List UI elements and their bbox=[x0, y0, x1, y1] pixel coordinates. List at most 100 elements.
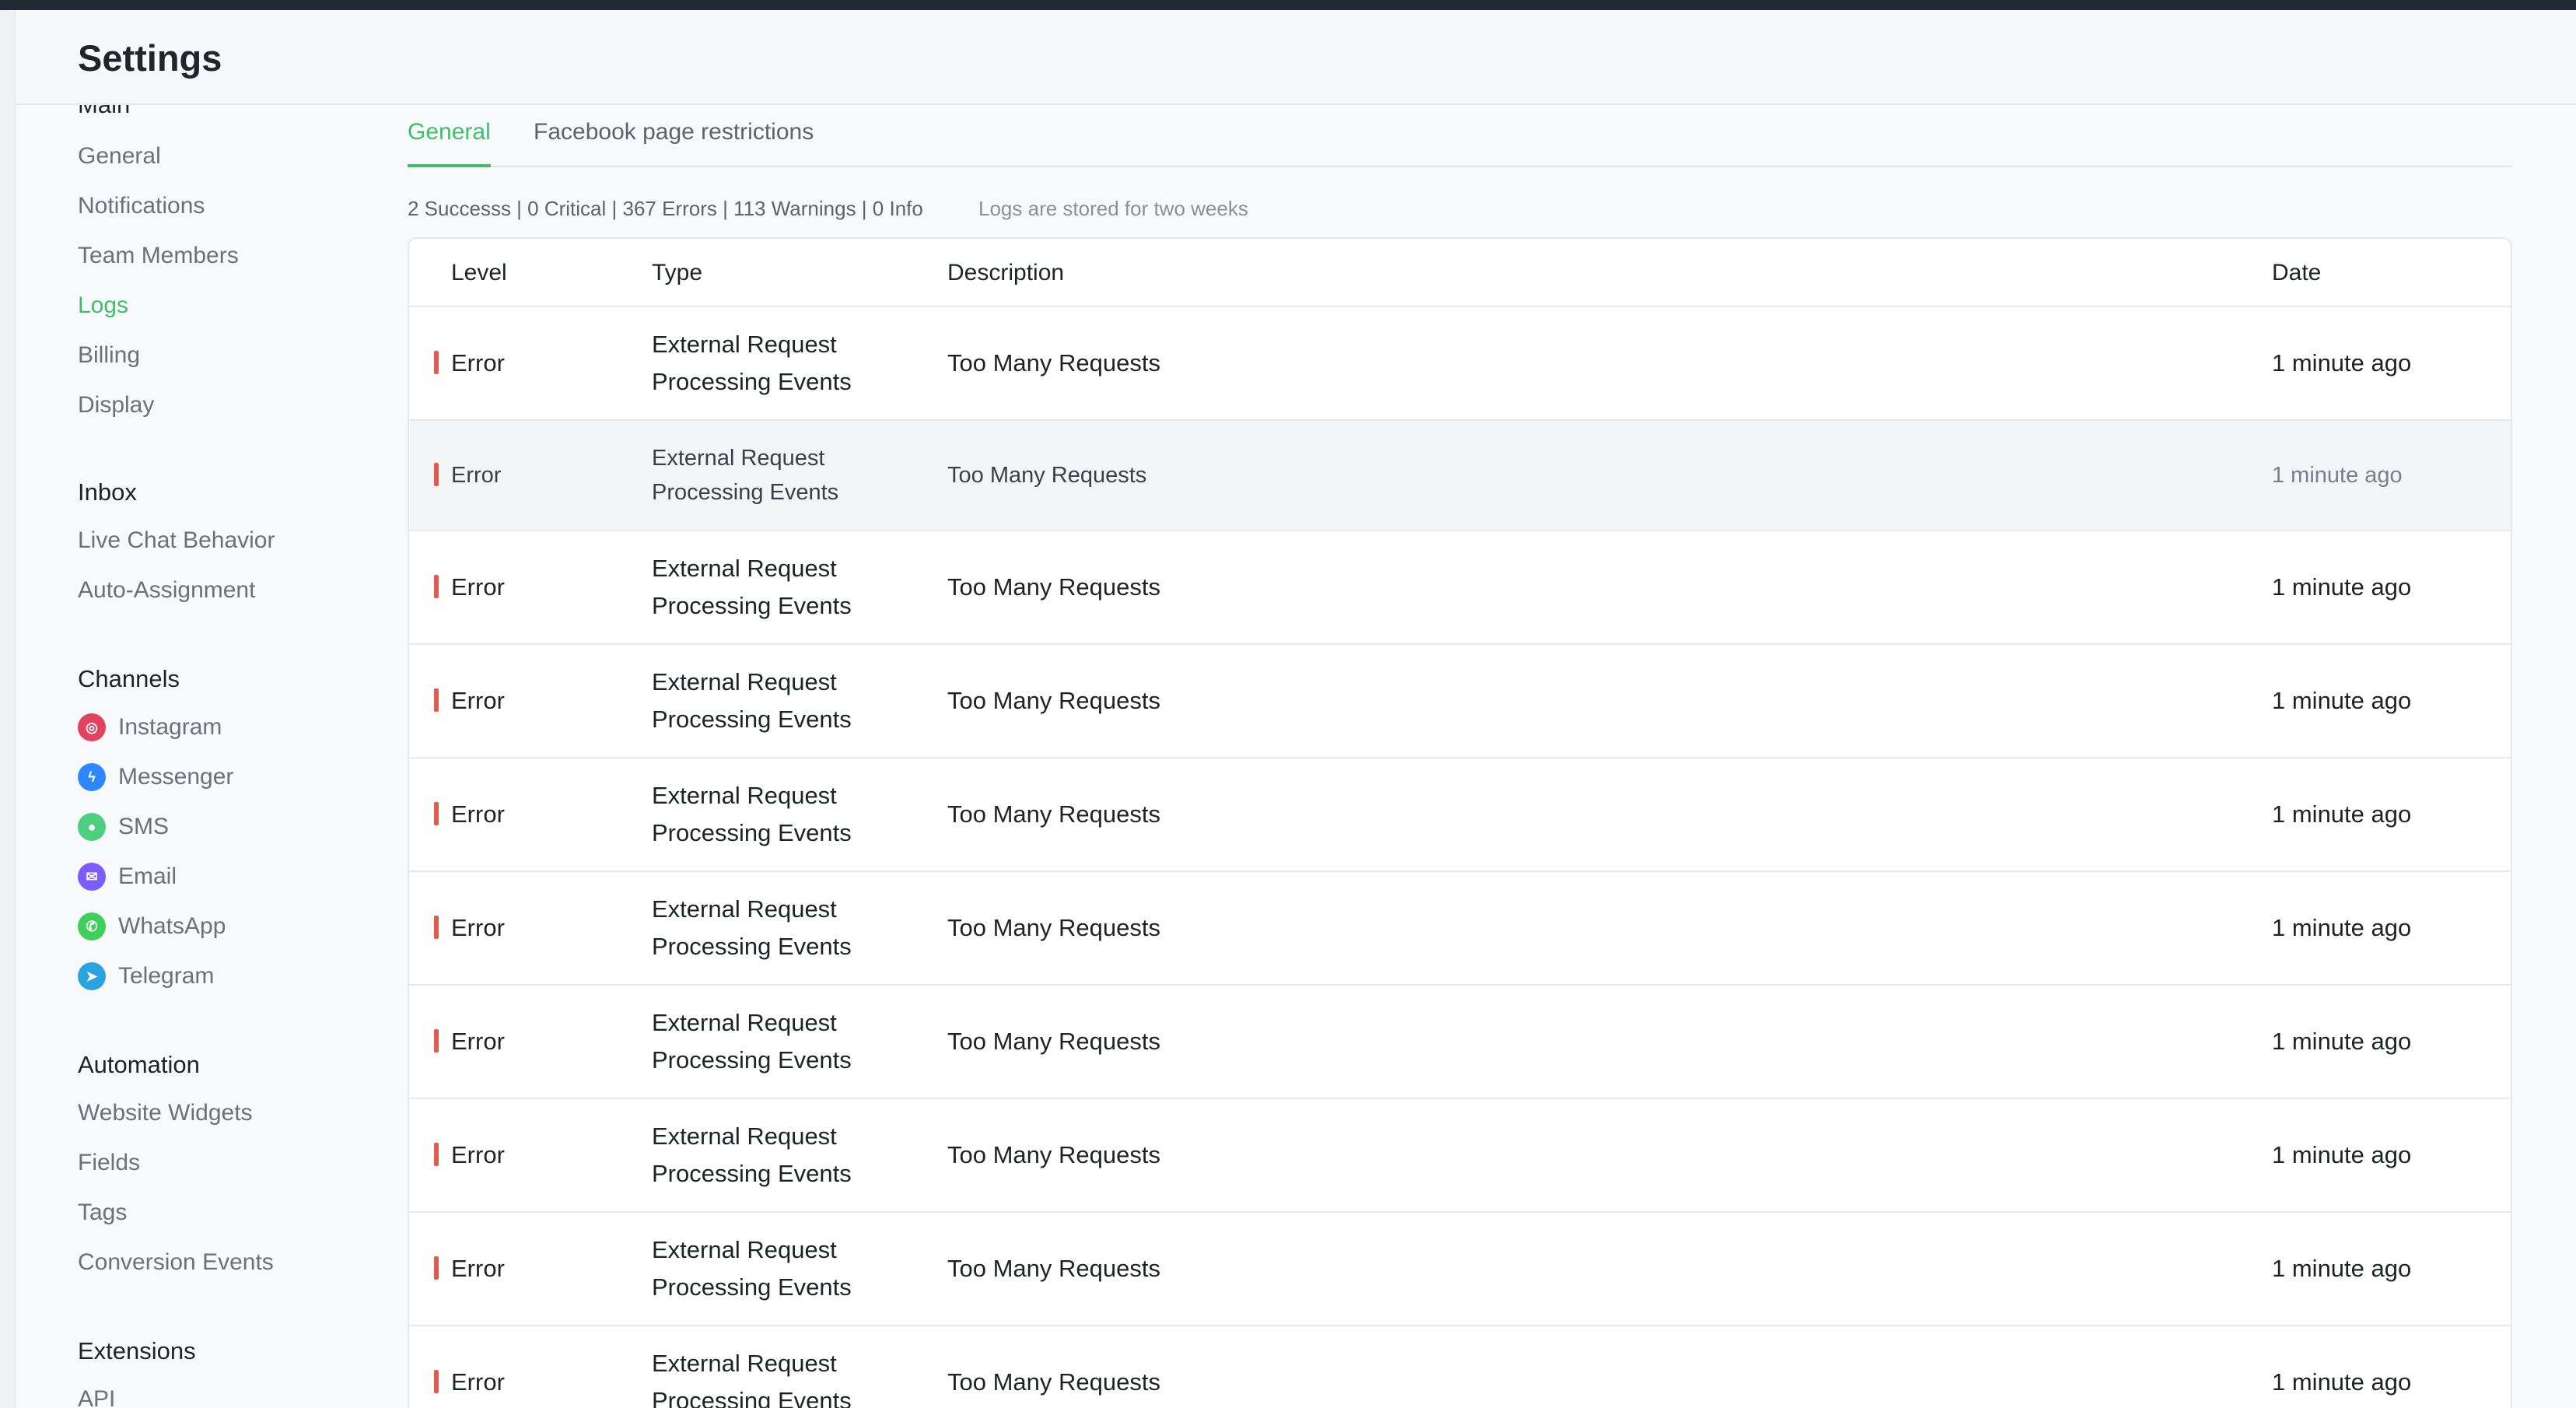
date-cell: 1 minute ago bbox=[2272, 1028, 2412, 1055]
type-cell-line2: Processing Events bbox=[652, 1387, 852, 1408]
level-cell: Error bbox=[451, 1141, 505, 1168]
sidebar-item-label: Email bbox=[118, 863, 177, 889]
sidebar-item-label: Billing bbox=[78, 342, 141, 368]
sidebar-item-conversion-events[interactable]: Conversion Events bbox=[78, 1247, 274, 1278]
column-header-date: Date bbox=[2272, 260, 2322, 285]
level-cell: Error bbox=[451, 914, 505, 941]
table-row[interactable]: Error External Request Processing Events… bbox=[409, 1099, 2511, 1213]
table-row[interactable]: Error External Request Processing Events… bbox=[409, 531, 2511, 645]
table-header: Level Type Description Date bbox=[409, 239, 2511, 307]
level-cell: Error bbox=[451, 1368, 505, 1396]
sidebar-section-automation: Automation bbox=[78, 1051, 200, 1078]
date-cell: 1 minute ago bbox=[2272, 914, 2412, 941]
sidebar-item-label: Auto-Assignment bbox=[78, 577, 256, 603]
sidebar-item-whatsapp[interactable]: ✆ WhatsApp bbox=[78, 911, 226, 942]
sms-icon: ● bbox=[78, 813, 106, 841]
description-cell: Too Many Requests bbox=[947, 349, 1160, 377]
level-cell: Error bbox=[451, 349, 505, 377]
sidebar-item-messenger[interactable]: ϟ Messenger bbox=[78, 762, 233, 793]
type-cell-line1: External Request bbox=[652, 331, 837, 358]
type-cell-line1: External Request bbox=[652, 555, 837, 582]
type-cell-line1: External Request bbox=[652, 1123, 837, 1150]
sidebar-item-label: Logs bbox=[78, 292, 129, 318]
table-row[interactable]: Error External Request Processing Events… bbox=[409, 872, 2511, 986]
type-cell-line1: External Request bbox=[652, 895, 837, 923]
type-cell-line1: External Request bbox=[652, 668, 837, 695]
date-cell: 1 minute ago bbox=[2272, 463, 2403, 488]
error-level-indicator bbox=[434, 916, 439, 939]
table-row[interactable]: Error External Request Processing Events… bbox=[409, 758, 2511, 872]
column-header-description: Description bbox=[947, 260, 1065, 285]
column-header-level: Level bbox=[451, 260, 507, 285]
type-cell-line2: Processing Events bbox=[652, 1046, 852, 1074]
table-row[interactable]: Error External Request Processing Events… bbox=[409, 1326, 2511, 1408]
email-icon: ✉ bbox=[78, 863, 106, 891]
level-cell: Error bbox=[451, 800, 505, 828]
sidebar-item-auto-assignment[interactable]: Auto-Assignment bbox=[78, 575, 255, 606]
sidebar-item-team-members[interactable]: Team Members bbox=[78, 240, 239, 271]
type-cell-line1: External Request bbox=[652, 1236, 837, 1263]
type-cell-line2: Processing Events bbox=[652, 933, 852, 960]
sidebar-item-label: Display bbox=[78, 392, 155, 418]
sidebar-item-fields[interactable]: Fields bbox=[78, 1147, 140, 1179]
sidebar-item-label: SMS bbox=[118, 814, 170, 839]
type-cell-line1: External Request bbox=[652, 446, 825, 471]
type-cell-line2: Processing Events bbox=[652, 368, 852, 395]
sidebar-item-website-widgets[interactable]: Website Widgets bbox=[78, 1098, 253, 1129]
table-row[interactable]: Error External Request Processing Events… bbox=[409, 307, 2511, 421]
sidebar-item-email[interactable]: ✉ Email bbox=[78, 861, 177, 892]
table-row[interactable]: Error External Request Processing Events… bbox=[409, 1213, 2511, 1326]
sidebar-item-api[interactable]: API bbox=[78, 1384, 115, 1408]
description-cell: Too Many Requests bbox=[947, 463, 1147, 488]
type-cell-line2: Processing Events bbox=[652, 480, 839, 505]
level-cell: Error bbox=[451, 1028, 505, 1055]
sidebar-section-main: Main bbox=[78, 105, 130, 119]
sidebar-section-channels: Channels bbox=[78, 665, 180, 692]
error-level-indicator bbox=[434, 1029, 439, 1052]
type-cell-line2: Processing Events bbox=[652, 1273, 852, 1301]
level-cell: Error bbox=[451, 463, 502, 488]
instagram-icon: ◎ bbox=[78, 713, 106, 741]
page-title: Settings bbox=[78, 37, 222, 79]
sidebar-item-label: WhatsApp bbox=[118, 913, 226, 939]
error-level-indicator bbox=[434, 802, 439, 825]
tab-facebook-page-restrictions[interactable]: Facebook page restrictions bbox=[534, 119, 814, 167]
date-cell: 1 minute ago bbox=[2272, 800, 2412, 828]
top-bar bbox=[0, 0, 2576, 10]
sidebar-item-notifications[interactable]: Notifications bbox=[78, 191, 205, 222]
sidebar-item-label: Conversion Events bbox=[78, 1249, 274, 1275]
date-cell: 1 minute ago bbox=[2272, 1141, 2412, 1168]
sidebar-section-extensions: Extensions bbox=[78, 1337, 196, 1364]
sidebar-item-logs[interactable]: Logs bbox=[78, 290, 128, 321]
error-level-indicator bbox=[434, 688, 439, 712]
sidebar-item-sms[interactable]: ● SMS bbox=[78, 811, 169, 842]
sidebar-item-label: Telegram bbox=[118, 963, 215, 989]
table-row[interactable]: Error External Request Processing Events… bbox=[409, 645, 2511, 758]
type-cell-line2: Processing Events bbox=[652, 592, 852, 619]
table-row[interactable]: Error External Request Processing Events… bbox=[409, 421, 2511, 531]
sidebar-item-billing[interactable]: Billing bbox=[78, 340, 140, 371]
tab-bar: General Facebook page restrictions bbox=[408, 105, 2512, 167]
sidebar-item-general[interactable]: General bbox=[78, 141, 161, 172]
sidebar-item-label: Fields bbox=[78, 1150, 141, 1175]
sidebar-item-instagram[interactable]: ◎ Instagram bbox=[78, 712, 222, 743]
type-cell-line2: Processing Events bbox=[652, 1160, 852, 1187]
description-cell: Too Many Requests bbox=[947, 1028, 1160, 1055]
error-level-indicator bbox=[434, 351, 439, 374]
error-level-indicator bbox=[434, 1370, 439, 1393]
type-cell-line1: External Request bbox=[652, 1350, 837, 1377]
description-cell: Too Many Requests bbox=[947, 800, 1160, 828]
sidebar-item-label: General bbox=[78, 143, 161, 169]
sidebar-item-display[interactable]: Display bbox=[78, 390, 154, 421]
telegram-icon: ➤ bbox=[78, 962, 106, 990]
sidebar-item-live-chat-behavior[interactable]: Live Chat Behavior bbox=[78, 525, 275, 556]
sidebar-item-tags[interactable]: Tags bbox=[78, 1197, 127, 1228]
whatsapp-icon: ✆ bbox=[78, 912, 106, 940]
column-header-type: Type bbox=[652, 260, 703, 285]
description-cell: Too Many Requests bbox=[947, 914, 1160, 941]
table-row[interactable]: Error External Request Processing Events… bbox=[409, 986, 2511, 1099]
description-cell: Too Many Requests bbox=[947, 1255, 1160, 1282]
tab-general[interactable]: General bbox=[408, 119, 491, 167]
sidebar-item-telegram[interactable]: ➤ Telegram bbox=[78, 961, 214, 992]
description-cell: Too Many Requests bbox=[947, 1368, 1160, 1396]
